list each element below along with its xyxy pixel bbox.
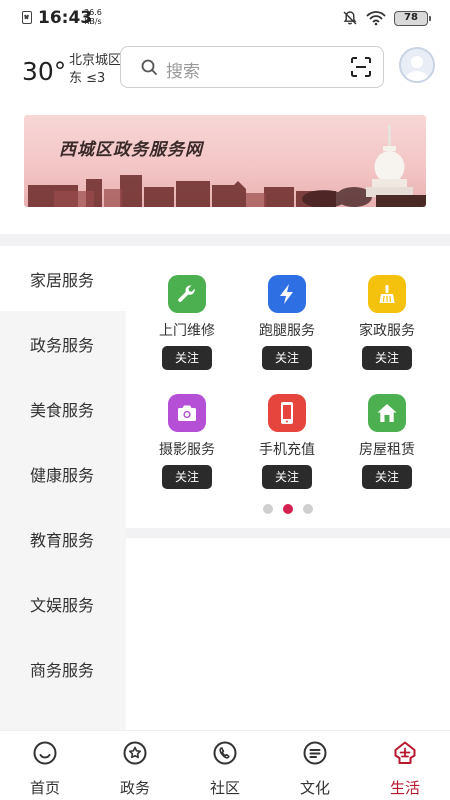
service-label: 房屋租赁 [359,442,415,458]
status-icons: 78 [342,8,431,28]
page-dot[interactable] [303,504,313,514]
category-item-entertainment[interactable]: 文娱服务 [0,571,126,636]
network-speed-unit: KB/s [84,17,102,26]
battery-icon: 78 [394,10,431,26]
tab-community[interactable]: 社区 [180,731,270,800]
service-label: 家政服务 [359,323,415,339]
category-item-government[interactable]: 政务服务 [0,311,126,376]
follow-button[interactable]: 关注 [262,465,312,489]
follow-button[interactable]: 关注 [362,346,412,370]
service-rental[interactable]: 房屋租赁 关注 [337,394,437,489]
weather-info: 北京城区 东 ≤3 [69,52,121,88]
page-dot[interactable] [263,504,273,514]
grid-divider [126,528,450,538]
category-item-business[interactable]: 商务服务 [0,636,126,701]
follow-button[interactable]: 关注 [162,465,212,489]
house-icon [368,394,406,432]
follow-button[interactable]: 关注 [362,465,412,489]
banner-title: 西城区政务服务网 [59,140,203,160]
tab-home[interactable]: 首页 [0,731,90,800]
scan-icon[interactable] [351,57,371,77]
tab-culture[interactable]: 文化 [270,731,360,800]
follow-button[interactable]: 关注 [162,346,212,370]
category-menu: 家居服务 政务服务 美食服务 健康服务 教育服务 文娱服务 商务服务 [0,246,126,730]
bottom-tab-bar: 首页 政务 社区 文化 生活 [0,730,450,800]
service-label: 摄影服务 [159,442,215,458]
temperature: 30° [22,57,67,86]
page-indicator [263,504,313,514]
category-item-health[interactable]: 健康服务 [0,441,126,506]
service-photography[interactable]: 摄影服务 关注 [137,394,237,489]
follow-button[interactable]: 关注 [262,346,312,370]
page-dot-active[interactable] [283,504,293,514]
service-label: 手机充值 [259,442,315,458]
camera-icon [168,394,206,432]
tab-life[interactable]: 生活 [360,731,450,800]
search-bar[interactable]: 搜索 [120,46,384,88]
home-icon [33,741,57,765]
lightning-icon [268,275,306,313]
tab-label: 生活 [389,779,420,797]
status-bar: 16:43 36.6 KB/s 78 [0,0,450,36]
tab-label: 首页 [29,779,60,797]
service-housekeeping[interactable]: 家政服务 关注 [337,275,437,370]
category-item-education[interactable]: 教育服务 [0,506,126,571]
section-divider [0,234,450,246]
gov-icon [123,741,147,765]
search-input[interactable]: 搜索 [166,57,200,82]
service-label: 上门维修 [159,323,215,339]
banner[interactable]: 西城区政务服务网 [24,115,426,207]
network-speed: 36.6 KB/s [84,8,102,26]
phone-icon [268,394,306,432]
category-item-home[interactable]: 家居服务 [0,246,126,311]
community-icon [213,741,237,765]
mute-bell-icon [343,11,357,25]
search-icon [141,59,157,75]
wind-info: 东 ≤3 [69,71,106,86]
broom-icon [368,275,406,313]
user-avatar-icon [405,56,429,81]
category-item-food[interactable]: 美食服务 [0,376,126,441]
life-icon [394,741,416,764]
wifi-icon [366,11,386,26]
no-sim-icon [22,11,32,24]
tab-government[interactable]: 政务 [90,731,180,800]
service-repair[interactable]: 上门维修 关注 [137,275,237,370]
tab-label: 文化 [299,779,330,797]
service-label: 跑腿服务 [259,323,315,339]
culture-icon [303,741,327,765]
tab-label: 社区 [209,779,240,797]
banner-image [24,115,426,207]
avatar[interactable] [399,47,435,83]
service-phone-topup[interactable]: 手机充值 关注 [237,394,337,489]
wrench-icon [168,275,206,313]
network-speed-value: 36.6 [84,8,102,17]
tab-label: 政务 [119,779,150,797]
district-name: 北京城区 [69,53,122,68]
service-errand[interactable]: 跑腿服务 关注 [237,275,337,370]
